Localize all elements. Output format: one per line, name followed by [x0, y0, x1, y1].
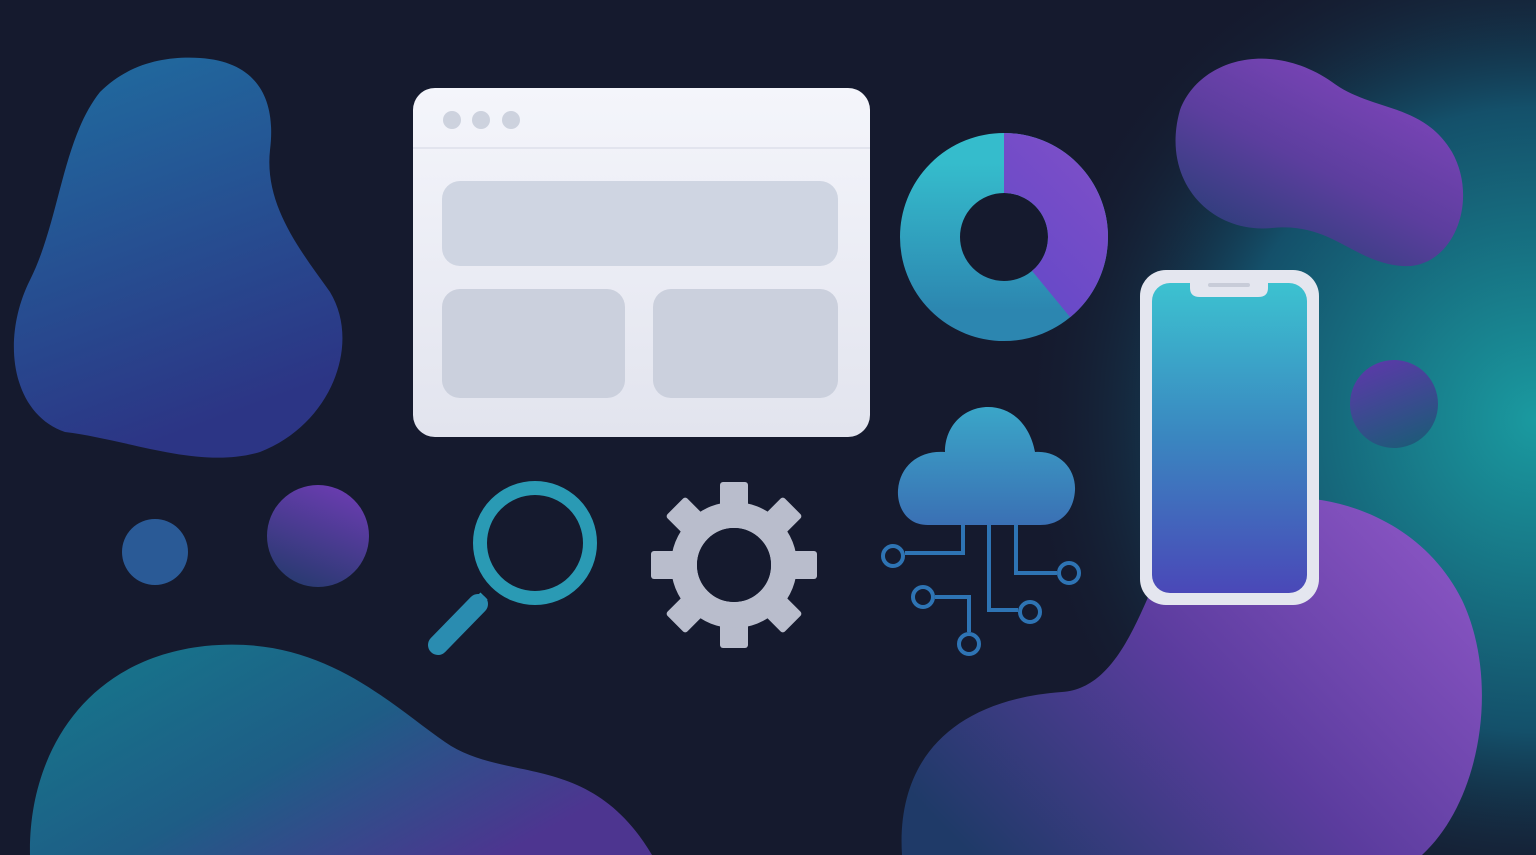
gear-icon [651, 482, 817, 648]
circle-purple [267, 485, 369, 587]
illustration [0, 0, 1536, 855]
circle-small-blue [122, 519, 188, 585]
window-dot [443, 111, 461, 129]
window-panel-right [653, 289, 838, 398]
window-dot [502, 111, 520, 129]
smartphone-icon [1140, 270, 1319, 605]
circle-right [1350, 360, 1438, 448]
browser-window-icon [413, 88, 870, 437]
gear-hole [697, 528, 771, 602]
window-dot [472, 111, 490, 129]
window-panel-wide [442, 181, 838, 266]
window-panel-left [442, 289, 625, 398]
